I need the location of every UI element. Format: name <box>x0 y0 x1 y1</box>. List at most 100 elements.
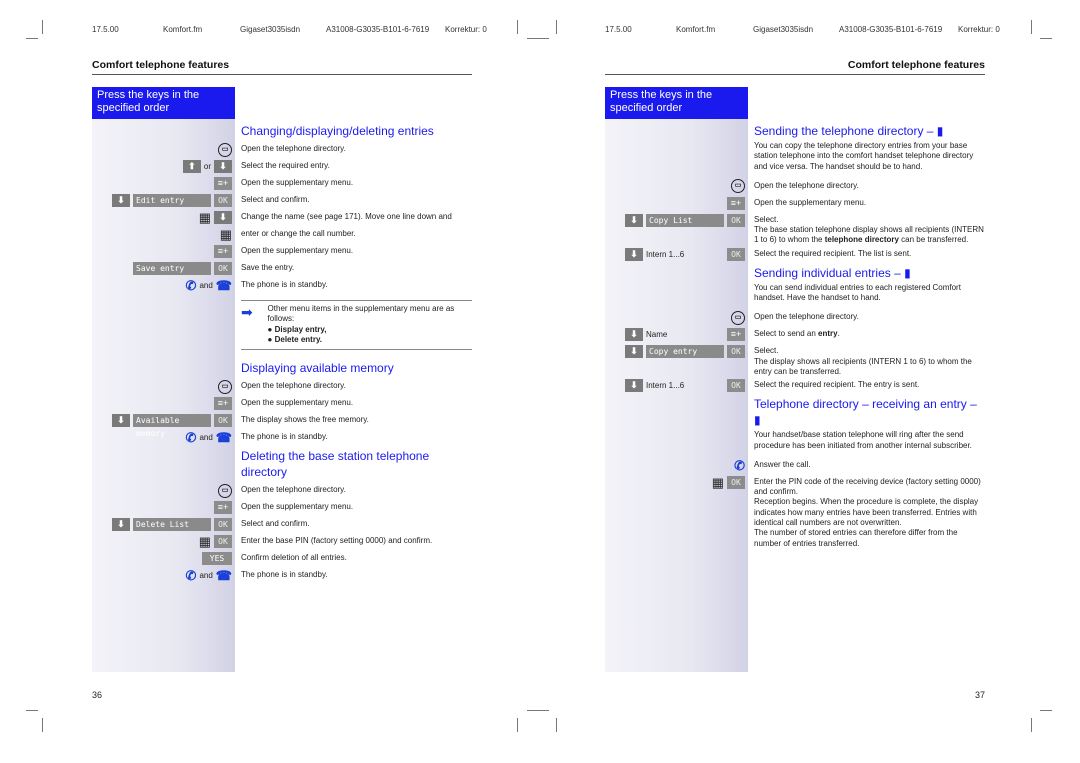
instruction-row: ⬇ Intern 1...6 OK Select the required recip… <box>605 246 985 263</box>
content-flow: Changing/displaying/deleting entries ▭ Ope… <box>92 121 472 584</box>
key-sequence: ▭ <box>605 310 748 325</box>
instruction-text: Select the required entry. <box>241 161 330 170</box>
menu-key-icon: ≡+ <box>214 177 232 190</box>
display-menu-item: Copy List <box>646 213 724 227</box>
ok-softkey: OK <box>727 379 745 393</box>
nav-down-key-icon: ⬇ <box>112 194 130 207</box>
instruction-row: ⬇ Available memory OK The display shows the… <box>92 412 472 438</box>
instruction-text: Save the entry. <box>241 263 295 272</box>
nav-down-key-icon: ⬇ <box>625 213 643 227</box>
display-menu-item: Available memory <box>133 414 211 438</box>
crop-mark <box>42 718 43 732</box>
keypad-icon: ▦ <box>198 210 211 225</box>
instruction-text: Change the name (see page 171). Move one… <box>241 212 452 221</box>
display-label: Intern 1...6 <box>646 249 685 259</box>
instruction-row: ▦ OK Enter the PIN code of the receiving d… <box>605 474 985 528</box>
instruction-row: ⬇ Name ≡+ Select to send an entry. <box>605 326 985 343</box>
key-sequence: ▦ ⬇ <box>92 210 235 225</box>
hang-up-icon: ☎ <box>215 430 232 446</box>
ok-softkey: OK <box>727 213 745 227</box>
display-menu-item: Delete List <box>133 518 211 532</box>
crop-mark <box>556 718 557 732</box>
note-box: ➡ Other menu items in the supplementary m… <box>241 300 472 351</box>
instruction-text: The phone is in standby. <box>241 432 328 442</box>
ok-softkey: OK <box>727 345 745 359</box>
instruction-text: Select to send an entry. <box>754 329 840 339</box>
display-menu-item: Save entry <box>133 262 211 275</box>
key-sequence: ⬇ Available memory OK <box>92 413 235 438</box>
bold-text: entry <box>818 329 838 339</box>
menu-key-icon: ≡+ <box>214 245 232 258</box>
section-heading: Displaying available memory <box>241 361 394 376</box>
key-sequence: ≡+ <box>92 396 235 411</box>
crop-mark <box>1040 38 1052 39</box>
content-flow: Sending the telephone directory – ▮ You c… <box>605 121 985 555</box>
section-heading: Changing/displaying/deleting entries <box>241 124 434 138</box>
page-right: Comfort telephone features Press the key… <box>605 0 985 763</box>
instruction-row: ≡+ Open the supplementary menu. <box>92 243 472 260</box>
paragraph: The number of stored entries can therefo… <box>754 528 958 548</box>
key-sequence: ⬇ Edit entry OK <box>92 193 235 208</box>
instruction-row: ≡+ Open the supplementary menu. <box>92 395 472 412</box>
paragraph: Your handset/base station telephone will… <box>754 430 972 450</box>
lift-handset-icon: ✆ <box>734 457 745 473</box>
page-number: 37 <box>975 690 986 700</box>
instruction-row: ✆ and ☎ The phone is in standby. <box>92 429 472 446</box>
section-heading: Sending individual entries – ▮ <box>754 265 911 280</box>
key-sequence: ⬇ Intern 1...6 OK <box>605 378 748 393</box>
crop-mark <box>527 38 549 39</box>
key-sequence: ▦ OK <box>92 534 235 549</box>
crop-mark <box>1031 20 1032 34</box>
key-sequence: ⬇ Copy entry OK <box>605 344 748 359</box>
key-sequence: ⬇ Copy List OK <box>605 213 748 228</box>
crop-mark <box>517 718 518 732</box>
ok-softkey: OK <box>214 194 232 207</box>
display-menu-item: Edit entry <box>133 194 211 207</box>
nav-down-key-icon: ⬇ <box>214 160 232 173</box>
section-heading: Telephone directory – receiving an entry… <box>754 397 977 428</box>
instruction-row: ⬇ Delete List OK Select and confirm. <box>92 516 472 533</box>
instruction-row: ▭ Open the telephone directory. <box>605 309 985 326</box>
note-text: Other menu items in the supplementary me… <box>268 304 472 345</box>
section-title: Comfort telephone features <box>92 59 472 75</box>
nav-down-key-icon: ⬇ <box>214 211 232 224</box>
instruction-detail: Reception begins. When the procedure is … <box>754 497 979 528</box>
instruction-text: Open the telephone directory. <box>241 381 346 391</box>
lift-handset-icon: ✆ <box>185 430 197 446</box>
section-title: Comfort telephone features <box>605 59 985 75</box>
instruction-text: Open the telephone directory. <box>754 180 859 190</box>
keys-instruction-box: Press the keys in the specified order <box>92 87 235 119</box>
instruction-row: ▦ enter or change the call number. <box>92 226 472 243</box>
crop-mark <box>556 20 557 34</box>
key-sequence: ✆ and ☎ <box>92 278 235 293</box>
page-left: Comfort telephone features Press the key… <box>92 0 472 763</box>
key-sequence: ≡+ <box>92 244 235 259</box>
crop-mark <box>1031 718 1032 732</box>
ok-softkey: OK <box>214 414 232 428</box>
instruction-detail: The base station telephone display shows… <box>754 225 984 245</box>
key-sequence: ⬇ Name ≡+ <box>605 327 748 342</box>
instruction-row: ✆ and ☎ The phone is in standby. <box>92 277 472 294</box>
key-sequence: ≡+ <box>92 500 235 515</box>
key-sequence: ✆ and ☎ <box>92 430 235 445</box>
paragraph: You can copy the telephone directory ent… <box>754 141 974 171</box>
instruction-text: Select and confirm. <box>241 519 310 529</box>
key-connector: and <box>199 433 213 443</box>
key-sequence: YES <box>92 551 235 566</box>
instruction-text: Select the required recipient. The entry… <box>754 380 920 390</box>
crop-mark <box>42 20 43 34</box>
crop-mark <box>26 38 38 39</box>
key-sequence: ⬆ or ⬇ <box>92 159 235 174</box>
instruction-text: Open the supplementary menu. <box>241 246 354 255</box>
instruction-row: ▭ Open the telephone directory. <box>92 141 472 158</box>
key-connector: or <box>203 162 211 171</box>
key-sequence: ▭ <box>92 379 235 394</box>
instruction-text: The phone is in standby. <box>241 280 328 289</box>
instruction-row: YES Confirm deletion of all entries. <box>92 550 472 567</box>
note-arrow-icon: ➡ <box>241 304 253 320</box>
display-label: Intern 1...6 <box>646 381 685 391</box>
ok-softkey: OK <box>727 475 745 489</box>
instruction-text: Select and confirm. <box>241 195 310 204</box>
instruction-text: Open the supplementary menu. <box>241 178 354 187</box>
instruction-text: Open the telephone directory. <box>754 312 859 322</box>
